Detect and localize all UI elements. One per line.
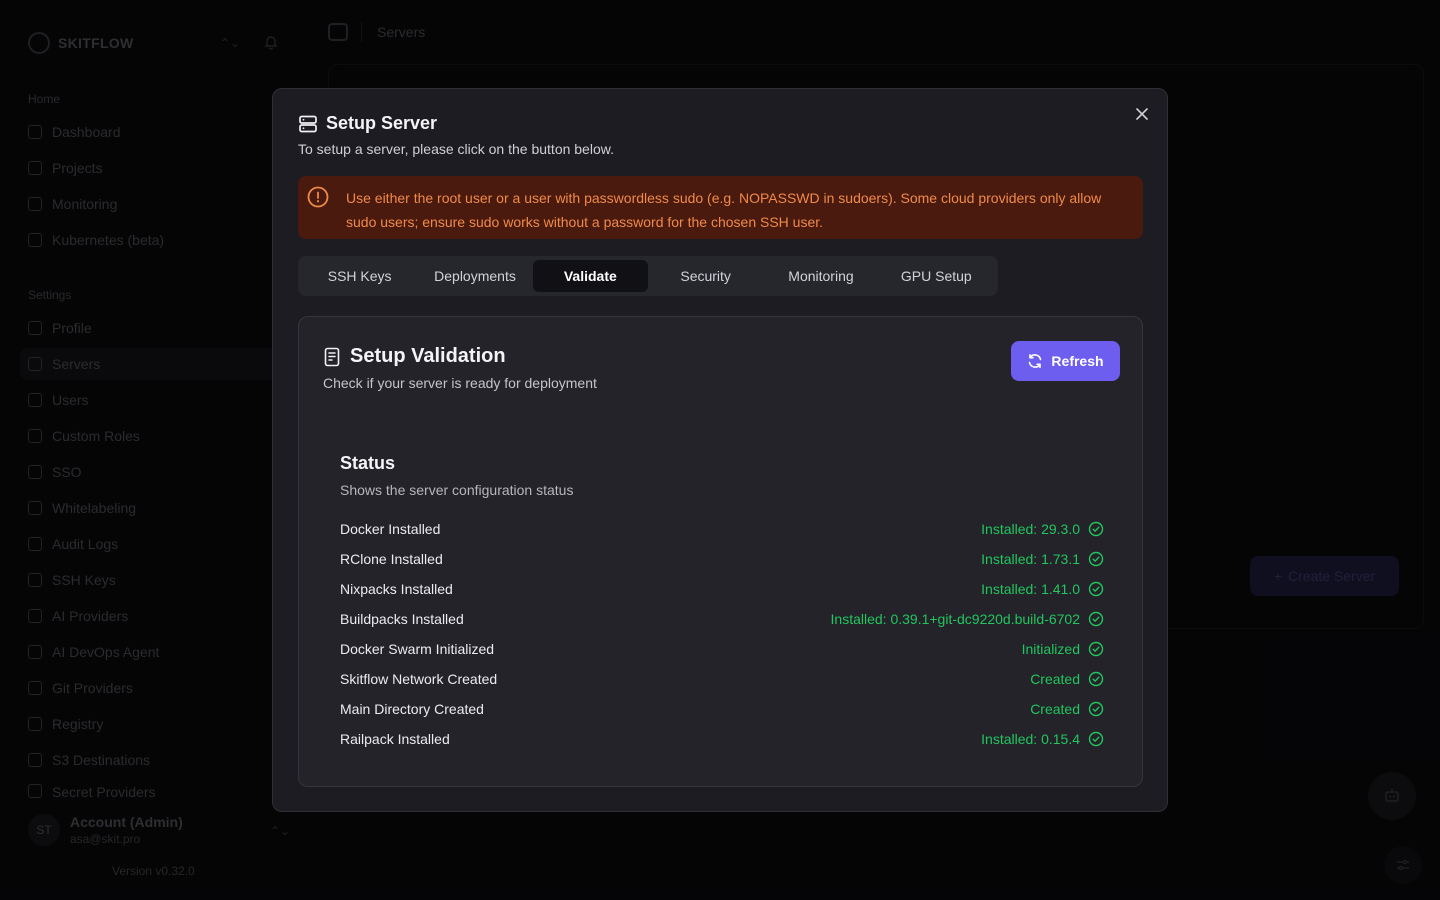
status-value: Installed: 0.39.1+git-dc9220d.build-6702 [830,611,1080,627]
status-label: Docker Installed [340,521,441,537]
status-label: Nixpacks Installed [340,581,453,597]
status-row: RClone Installed Installed: 1.73.1 [340,544,1104,574]
status-title: Status [340,453,396,473]
card-subtitle: Check if your server is ready for deploy… [323,375,597,391]
refresh-icon [1029,354,1042,368]
status-label: Railpack Installed [340,731,450,747]
check-circle-icon [1088,611,1104,627]
status-label: Docker Swarm Initialized [340,641,495,657]
server-icon [299,115,317,132]
check-circle-icon [1088,551,1104,567]
clipboard-icon [324,347,340,366]
tab-deployments[interactable]: Deployments [417,260,532,292]
status-value-group: Installed: 0.39.1+git-dc9220d.build-6702 [831,611,1104,627]
warning-alert: Use either the root user or a user with … [298,176,1143,239]
status-list: Docker Installed Installed: 29.3.0 RClon… [340,514,1104,754]
status-row: Docker Swarm Initialized Initialized [340,634,1104,664]
status-value: Installed: 0.15.4 [981,731,1080,747]
status-row: Main Directory Created Created [340,694,1104,724]
status-value: Installed: 29.3.0 [981,521,1080,537]
status-value-group: Installed: 1.41.0 [981,581,1104,597]
refresh-label: Refresh [1051,353,1104,369]
check-circle-icon [1088,581,1104,597]
status-row: Docker Installed Installed: 29.3.0 [340,514,1104,544]
status-subtitle: Shows the server configuration status [340,482,574,498]
setup-tabs: SSH Keys Deployments Validate Security M… [298,256,998,296]
status-value: Installed: 1.41.0 [981,581,1080,597]
status-label: Buildpacks Installed [340,611,464,627]
status-value: Initialized [1021,641,1080,657]
check-circle-icon [1088,521,1104,537]
tab-security[interactable]: Security [648,260,763,292]
setup-server-dialog: Setup Server To setup a server, please c… [272,88,1168,812]
tab-validate[interactable]: Validate [532,260,648,292]
card-header: Setup Validation [324,345,506,368]
status-label: Main Directory Created [340,701,484,717]
check-circle-icon [1088,701,1104,717]
warning-text: Use either the root user or a user with … [346,190,1102,230]
status-value: Created [1030,701,1080,717]
status-label: Skitflow Network Created [340,671,498,687]
alert-circle-icon [307,186,329,208]
close-icon [1136,108,1148,120]
card-title: Setup Validation [350,345,506,367]
check-circle-icon [1088,671,1104,687]
check-circle-icon [1088,731,1104,747]
dialog-subtitle: To setup a server, please click on the b… [298,141,614,157]
status-value-group: Installed: 1.73.1 [981,551,1104,567]
status-value-group: Installed: 0.15.4 [981,731,1104,747]
status-value-group: Initialized [1022,641,1104,657]
status-value: Created [1030,671,1080,687]
status-label: RClone Installed [340,551,443,567]
tab-ssh-keys[interactable]: SSH Keys [302,260,417,292]
status-row: Buildpacks Installed Installed: 0.39.1+g… [340,604,1104,634]
setup-validation-card: Setup Validation Check if your server is… [298,316,1143,787]
tab-monitoring[interactable]: Monitoring [763,260,878,292]
check-circle-icon [1088,641,1104,657]
close-button[interactable] [1133,105,1151,123]
status-value: Installed: 1.73.1 [981,551,1080,567]
dialog-header: Setup Server [298,113,437,134]
status-row: Nixpacks Installed Installed: 1.41.0 [340,574,1104,604]
refresh-button[interactable]: Refresh [1011,341,1120,381]
status-row: Railpack Installed Installed: 0.15.4 [340,724,1104,754]
status-value-group: Installed: 29.3.0 [981,521,1104,537]
status-value-group: Created [1030,671,1104,687]
status-value-group: Created [1030,701,1104,717]
status-row: Skitflow Network Created Created [340,664,1104,694]
dialog-title: Setup Server [326,113,438,133]
tab-gpu-setup[interactable]: GPU Setup [879,260,994,292]
